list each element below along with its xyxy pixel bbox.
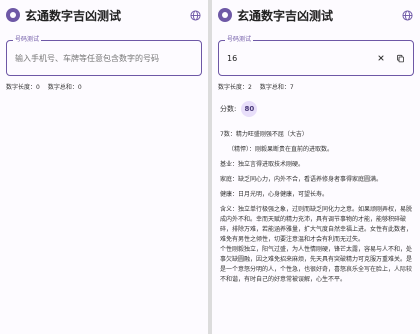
score-row: 分数: 80: [220, 101, 420, 117]
digit-length: 数字长度：0: [6, 84, 40, 91]
score-label: 分数:: [220, 105, 237, 113]
meaning-line: 难免有男性之倾性，切要注意温和才会有利而无过失。: [220, 236, 365, 243]
result-text: 7数：精力旺盛刚强不屈（大吉） （精悍）：刚毅果断贵在直前的进取数。 基业：独立…: [220, 130, 412, 285]
result-health: 健康：日月光明，心身健康，可望长寿。: [220, 191, 329, 198]
app-bar: 玄通数字吉凶测试: [0, 0, 208, 30]
app-screen-result: 玄通数字吉凶测试 号码测试 16 数字长度：2 数字总和：7 分数: 80 7数…: [212, 0, 420, 334]
digit-length: 数字长度：2: [218, 84, 252, 91]
result-foundation: 基业：独立言得进取技术刚硬。: [220, 161, 305, 168]
meaning-line: 事欠缺圆融，因之难免招来麻烦，先天具有突破精力可克服万重难关。是: [220, 256, 412, 263]
number-test-field: 号码测试: [218, 35, 414, 76]
meaning-line: 碎，排除万难，若能涵养雅量，扩大气度自然幸福上进。女性有此数者，: [220, 226, 412, 233]
clear-icon[interactable]: [374, 51, 388, 65]
app-bar: 玄通数字吉凶测试: [212, 0, 420, 30]
score-badge: 80: [241, 101, 258, 117]
globe-icon[interactable]: [188, 8, 202, 22]
field-label: 号码测试: [13, 35, 42, 45]
result-subtitle: （精悍）：刚毅果断贵在直前的进取数。: [228, 146, 334, 153]
result-family: 家庭：缺乏同心力，内外不合，看语养修身者事得家庭圆满。: [220, 176, 383, 183]
meaning-line: 不和谐，有时自己的好意常被误解，心生不平。: [220, 276, 347, 283]
digit-sum: 数字总和：7: [259, 84, 294, 91]
result-meaning: 含义：独立单行极强之象，过则而缺乏同化力之意。如果顽刚弄权，易脱 成内外不和。幸…: [220, 205, 412, 285]
digit-sum: 数字总和：0: [47, 84, 82, 91]
app-title: 玄通数字吉凶测试: [237, 8, 334, 23]
copy-icon[interactable]: [393, 51, 407, 65]
result-heading: 7数：精力旺盛刚强不屈（大吉）: [220, 131, 308, 138]
globe-icon[interactable]: [400, 8, 414, 22]
meaning-line: 是一个意怒分明的人，个性急，也很好奇，喜怒哀乐全写在脸上，人际较: [220, 266, 412, 273]
app-logo-icon: [6, 8, 20, 22]
number-input[interactable]: [227, 53, 369, 63]
meaning-line: 成内外不和。幸而天赋的精力充沛，具有调节事物的才能，能够积碎破: [220, 216, 407, 223]
app-title: 玄通数字吉凶测试: [25, 8, 122, 23]
number-stats: 数字长度：0 数字总和：0: [6, 82, 200, 91]
app-screen-empty: 玄通数字吉凶测试 号码测试 数字长度：0 数字总和：0: [0, 0, 208, 334]
number-stats: 数字长度：2 数字总和：7: [218, 82, 412, 91]
number-input[interactable]: [15, 53, 195, 63]
field-label: 号码测试: [225, 35, 254, 45]
number-test-field: 号码测试: [6, 35, 202, 76]
meaning-line: 含义：独立单行极强之象，过则而缺乏同化力之意。如果顽刚弄权，易脱: [220, 206, 412, 213]
meaning-line: 个性刚毅独立，阳气过盛，为人性情刚硬，锋芒太露，容易与人不和，处: [220, 246, 412, 253]
app-logo-icon: [218, 8, 232, 22]
screenshot-pair: 玄通数字吉凶测试 号码测试 数字长度：0 数字总和：0 玄通数字吉凶测试: [0, 0, 420, 334]
